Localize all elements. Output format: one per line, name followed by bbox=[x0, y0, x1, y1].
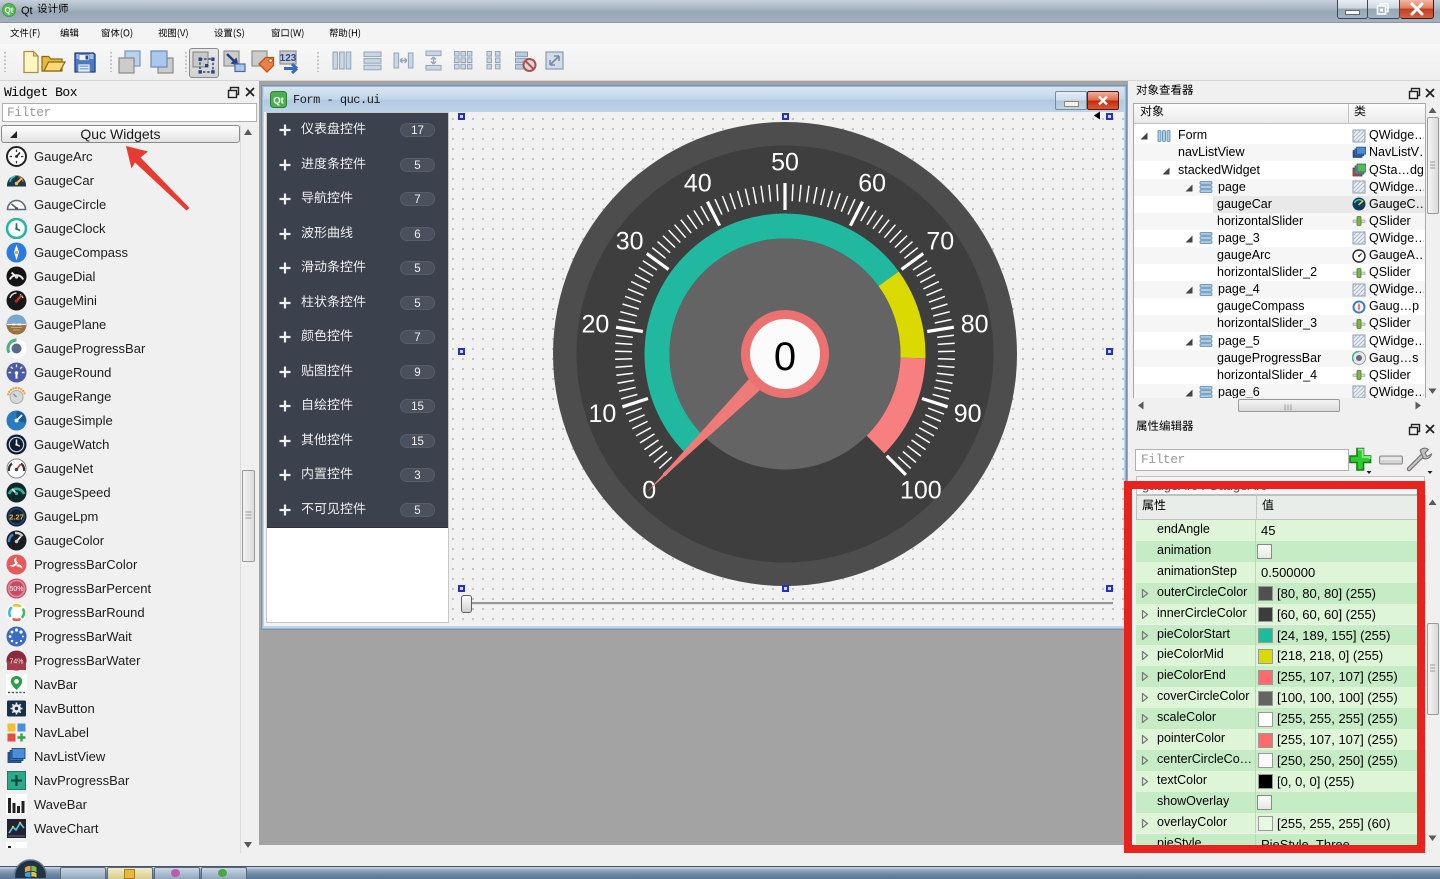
svg-text:40: 40 bbox=[684, 169, 712, 197]
svg-text:10: 10 bbox=[588, 400, 616, 428]
svg-text:50%: 50% bbox=[9, 586, 23, 593]
svg-text:0: 0 bbox=[774, 335, 796, 379]
svg-text:74%: 74% bbox=[9, 658, 23, 665]
svg-text:30: 30 bbox=[616, 228, 644, 256]
svg-text:123: 123 bbox=[280, 53, 297, 64]
svg-text:100: 100 bbox=[900, 476, 942, 504]
svg-text:70: 70 bbox=[926, 228, 954, 256]
svg-text:Qt: Qt bbox=[5, 6, 14, 15]
svg-text:Qt: Qt bbox=[273, 96, 284, 107]
svg-text:0: 0 bbox=[642, 476, 656, 504]
svg-text:20: 20 bbox=[581, 311, 609, 339]
svg-text:80: 80 bbox=[961, 311, 989, 339]
svg-text:60: 60 bbox=[858, 169, 886, 197]
svg-text:2.27: 2.27 bbox=[9, 513, 24, 522]
svg-text:90: 90 bbox=[954, 400, 982, 428]
svg-text:50: 50 bbox=[771, 149, 799, 177]
